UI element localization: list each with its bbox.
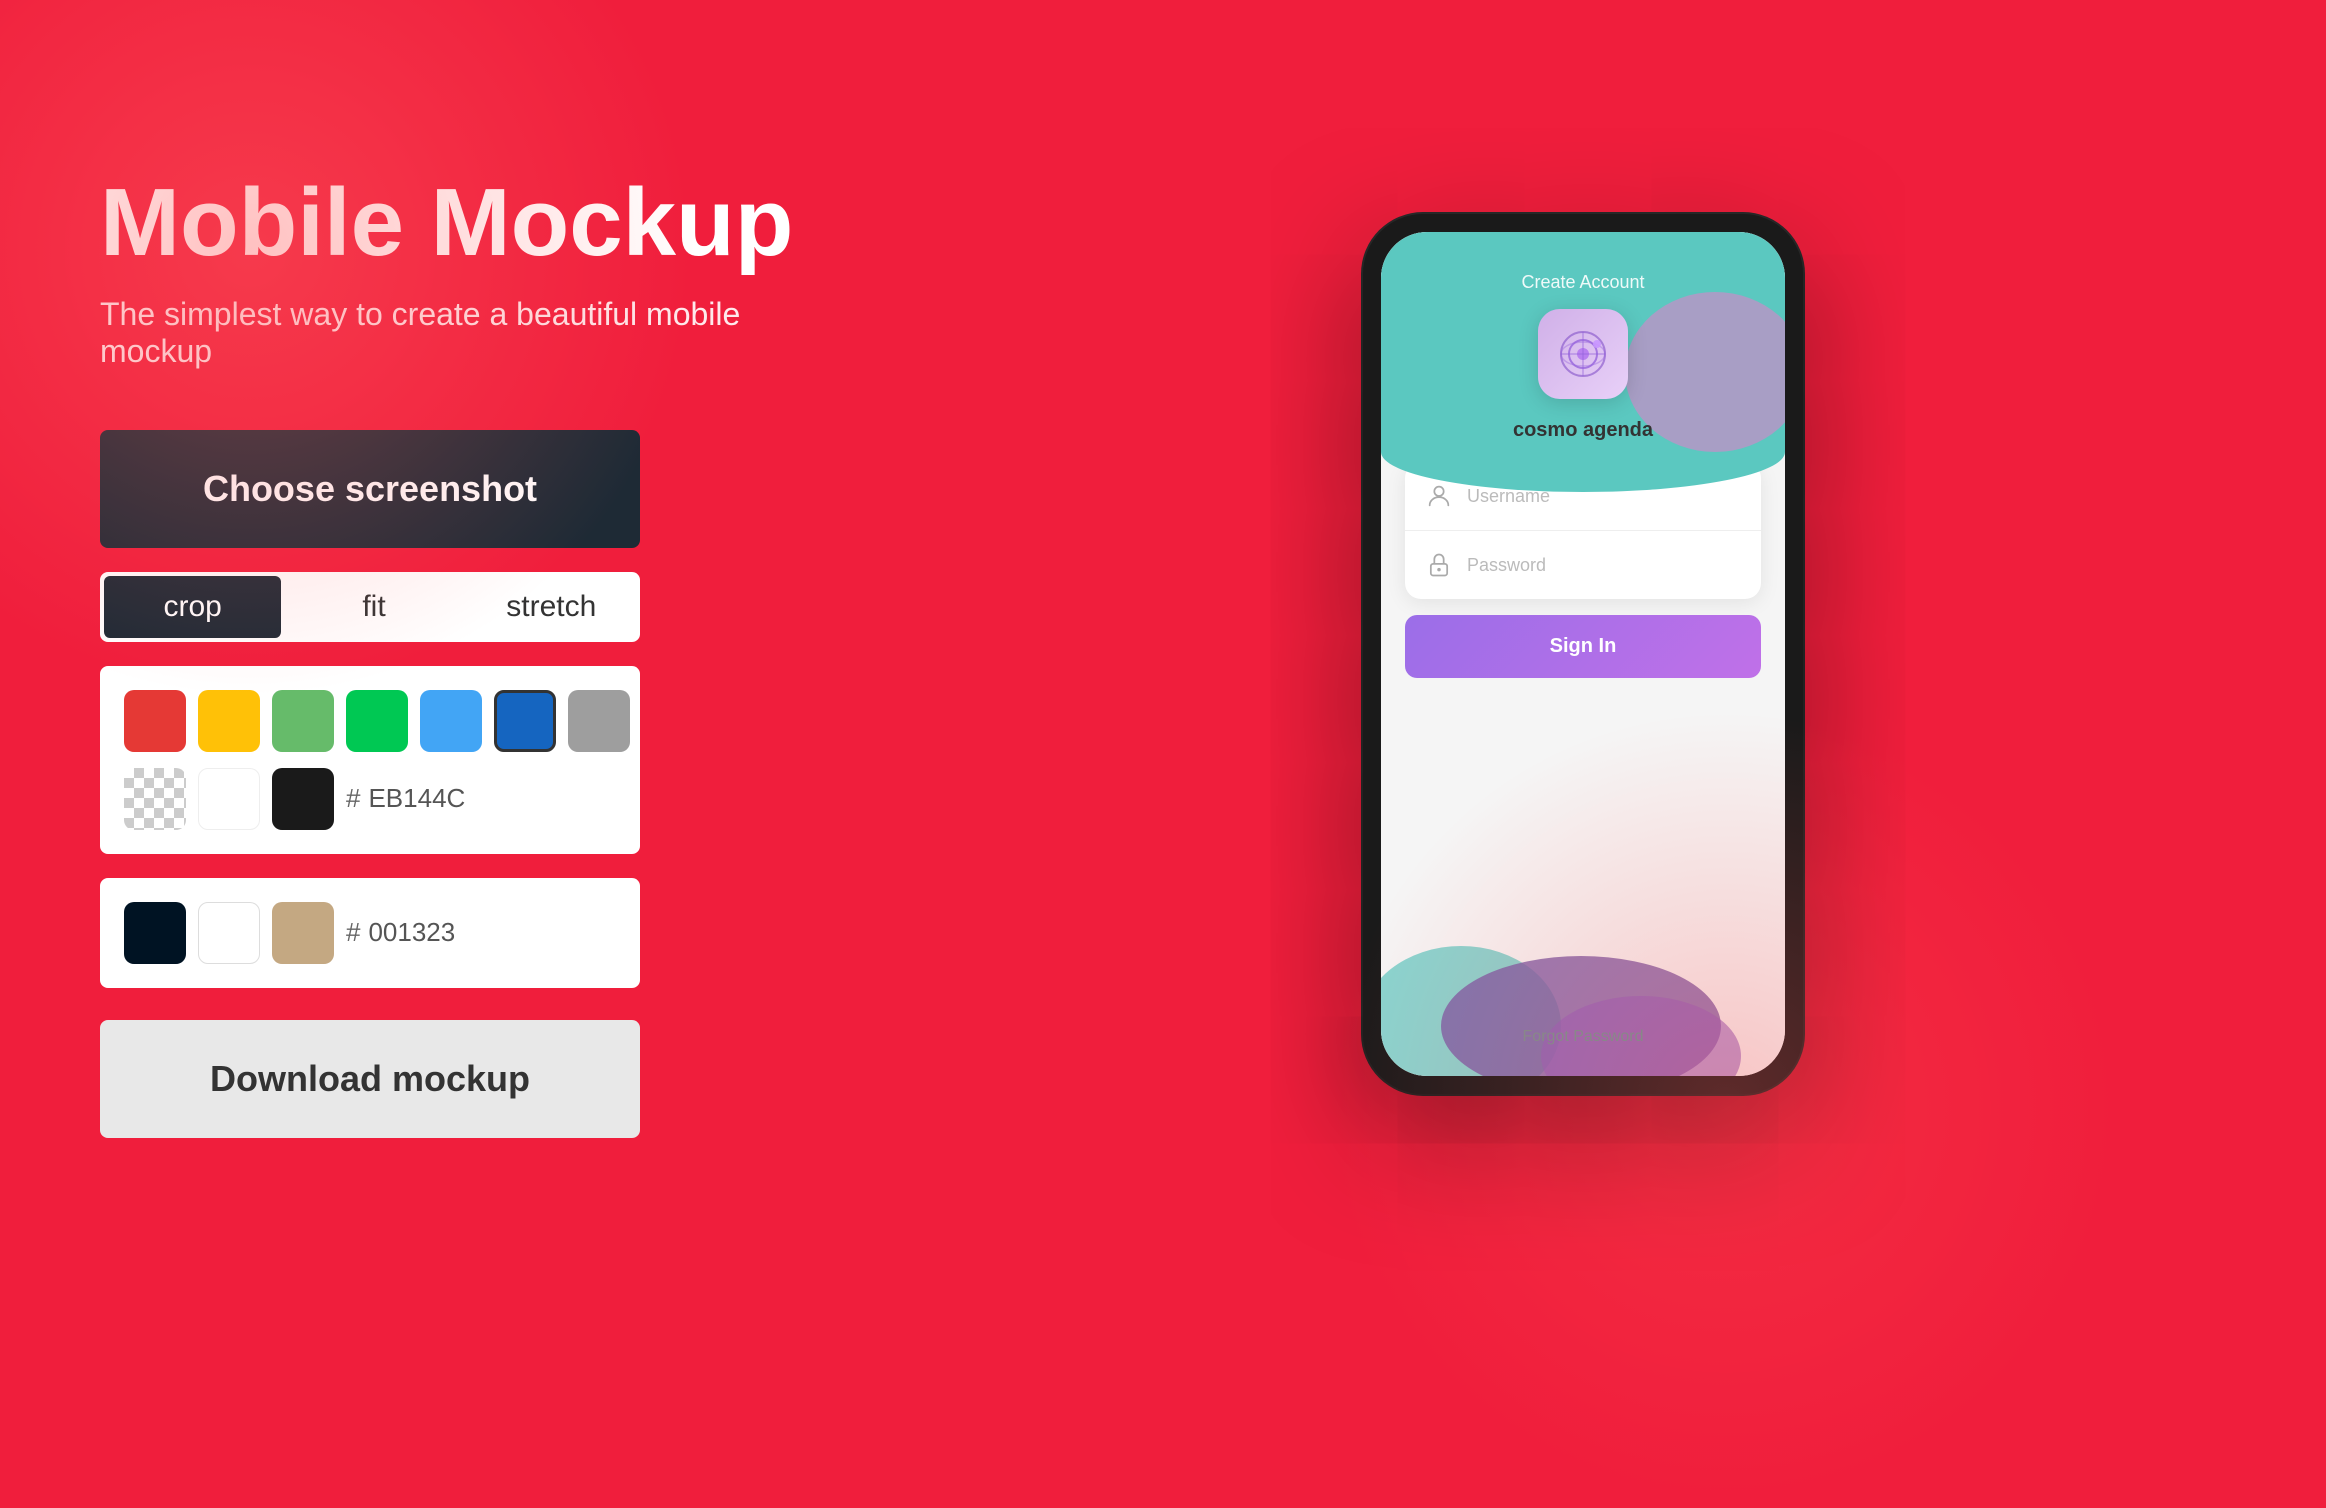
color-hex-row: # <box>346 783 616 814</box>
screen-bottom-waves <box>1381 876 1785 1076</box>
color-panel-1: # <box>100 666 640 854</box>
swatch-dark-navy[interactable] <box>124 902 186 964</box>
swatch-white[interactable] <box>198 768 260 830</box>
color-row-2: # <box>124 768 616 830</box>
app-logo-area: Create Account cosmo age <box>1381 232 1785 442</box>
download-mockup-button[interactable]: Download mockup <box>100 1020 640 1138</box>
screen-content: Create Account cosmo age <box>1381 232 1785 1076</box>
swatch-gray[interactable] <box>568 690 630 752</box>
mode-stretch-button[interactable]: stretch <box>463 572 640 642</box>
swatch-blue[interactable] <box>494 690 556 752</box>
phone-screen: Create Account cosmo age <box>1381 232 1785 1076</box>
sign-in-button[interactable]: Sign In <box>1405 615 1761 678</box>
phone-mockup: Create Account cosmo age <box>1363 214 1803 1094</box>
swatch-tan[interactable] <box>272 902 334 964</box>
mode-fit-button[interactable]: fit <box>285 572 462 642</box>
hash-symbol-2: # <box>346 917 360 948</box>
mode-selector: crop fit stretch <box>100 572 640 642</box>
swatch-orange[interactable] <box>198 690 260 752</box>
swatch-black[interactable] <box>272 768 334 830</box>
app-icon <box>1538 309 1628 399</box>
swatch-light-blue[interactable] <box>420 690 482 752</box>
left-panel: Mobile Mockup The simplest way to create… <box>0 90 900 1218</box>
swatch-transparent[interactable] <box>124 768 186 830</box>
password-field[interactable]: Password <box>1405 531 1761 599</box>
right-panel: Create Account cosmo age <box>900 214 2326 1094</box>
color-hex-input-1[interactable] <box>368 783 488 814</box>
mode-crop-button[interactable]: crop <box>104 576 281 638</box>
forgot-password-link[interactable]: Forgot Password <box>1381 1028 1785 1046</box>
color-row-3: # <box>124 902 616 964</box>
app-title: Mobile Mockup <box>100 170 800 276</box>
app-subtitle: The simplest way to create a beautiful m… <box>100 296 800 370</box>
app-name-label: cosmo agenda <box>1513 419 1653 442</box>
swatch-light-green[interactable] <box>272 690 334 752</box>
swatch-green[interactable] <box>346 690 408 752</box>
swatch-white-2[interactable] <box>198 902 260 964</box>
choose-screenshot-button[interactable]: Choose screenshot <box>100 430 640 548</box>
app-logo-icon <box>1553 324 1613 384</box>
password-placeholder: Password <box>1467 555 1546 576</box>
color-panel-2: # <box>100 878 640 988</box>
create-account-text: Create Account <box>1521 272 1644 293</box>
color-hex-row-2: # <box>346 917 616 948</box>
hash-symbol-1: # <box>346 783 360 814</box>
lock-icon <box>1425 551 1453 579</box>
swatch-red[interactable] <box>124 690 186 752</box>
color-hex-input-2[interactable] <box>368 917 488 948</box>
color-row-1 <box>124 690 616 752</box>
